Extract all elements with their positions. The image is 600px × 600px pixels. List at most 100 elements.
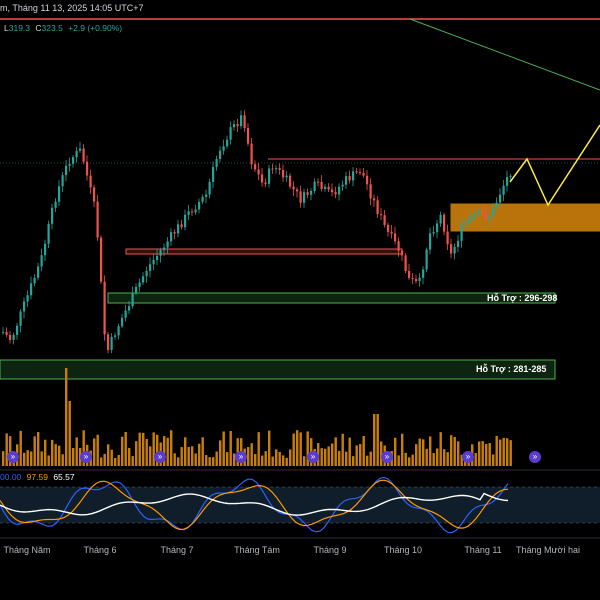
volume-bar: [509, 440, 512, 466]
volume-bar: [436, 448, 439, 466]
candle-body: [467, 219, 470, 224]
volume-bar: [142, 432, 145, 466]
chart-header: m, Tháng 11 13, 2025 14:05 UTC+7: [0, 3, 144, 13]
x-label-sep: Tháng 9: [313, 545, 347, 555]
candle-body: [16, 325, 19, 335]
candle-body: [72, 157, 75, 164]
candle-body: [481, 210, 484, 214]
candle-body: [334, 192, 337, 195]
volume-bar: [5, 433, 8, 466]
volume-bar: [135, 441, 138, 466]
candle-body: [198, 201, 201, 210]
candle-body: [268, 168, 271, 184]
candle-body: [110, 336, 113, 350]
candle-body: [58, 186, 61, 202]
event-marker-icon[interactable]: »: [462, 451, 474, 463]
change-value: +2.9 (+0.90%): [68, 23, 123, 33]
candle-body: [394, 233, 397, 242]
osc-value-3: 65.57: [53, 472, 75, 482]
x-label-may: Tháng Năm: [3, 545, 51, 555]
candle-body: [75, 150, 78, 158]
candle-body: [404, 255, 407, 272]
volume-bar: [425, 448, 428, 466]
event-marker-icon[interactable]: »: [235, 451, 247, 463]
supply-zone[interactable]: [450, 203, 600, 232]
event-marker-icon[interactable]: »: [381, 451, 393, 463]
volume-bar: [292, 433, 295, 466]
support-label-2: Hỗ Trợ : 281-285: [476, 364, 547, 374]
candle-body: [457, 240, 460, 247]
candle-body: [19, 311, 22, 326]
candle-body: [285, 175, 288, 178]
volume-bar: [404, 452, 407, 466]
candle-body: [460, 224, 463, 241]
candle-body: [121, 317, 124, 327]
volume-bar: [415, 444, 418, 466]
volume-bar: [481, 441, 484, 466]
event-marker-icon[interactable]: »: [307, 451, 319, 463]
candle-body: [495, 202, 498, 208]
candle-body: [54, 201, 57, 208]
volume-bar: [320, 448, 323, 466]
candle-body: [163, 247, 166, 251]
volume-bar: [208, 457, 211, 466]
volume-bar: [47, 455, 50, 466]
support-zone-2[interactable]: [0, 359, 556, 380]
candle-body: [261, 174, 264, 183]
volume-bar: [457, 441, 460, 466]
candle-body: [30, 283, 33, 296]
volume-bar: [411, 454, 414, 466]
projection-path[interactable]: [509, 124, 600, 207]
event-marker-icon[interactable]: »: [154, 451, 166, 463]
candle-body: [184, 214, 187, 228]
volume-bar: [149, 446, 152, 466]
volume-bar: [362, 435, 365, 466]
candle-body: [135, 286, 138, 293]
volume-bar: [138, 432, 141, 466]
volume-bar: [299, 432, 302, 466]
candle-body: [282, 169, 285, 178]
volume-bar: [338, 450, 341, 466]
volume-bar: [26, 450, 29, 466]
volume-bar: [352, 456, 355, 466]
candle-body: [331, 189, 334, 193]
volume-bar: [19, 430, 22, 466]
candle-body: [366, 175, 369, 185]
candle-body: [345, 176, 348, 185]
volume-bar: [369, 451, 372, 466]
candle-body: [180, 224, 183, 228]
candle-body: [306, 192, 309, 195]
candle-body: [138, 282, 141, 287]
volume-bar: [443, 449, 446, 466]
candle-body: [208, 181, 211, 195]
candle-body: [397, 241, 400, 251]
x-label-jul: Tháng 7: [160, 545, 194, 555]
candle-body: [142, 276, 145, 283]
volume-bar: [191, 446, 194, 466]
candle-body: [2, 331, 5, 333]
volume-bar: [303, 456, 306, 466]
candle-body: [250, 143, 253, 165]
candle-body: [446, 231, 449, 245]
volume-bar: [229, 430, 232, 466]
event-marker-icon[interactable]: »: [7, 451, 19, 463]
volume-bar: [439, 432, 442, 466]
candle-body: [166, 241, 169, 248]
candle-body: [156, 255, 159, 260]
volume-bar: [373, 414, 376, 466]
volume-bar: [128, 447, 131, 466]
candle-body: [145, 270, 148, 277]
candle-body: [79, 148, 82, 151]
candle-body: [443, 214, 446, 232]
volume-bars-group: [2, 368, 512, 466]
candle-body: [82, 148, 85, 162]
event-marker-icon[interactable]: »: [80, 451, 92, 463]
candle-body: [474, 213, 477, 215]
volume-bar: [166, 437, 169, 466]
volume-bar: [201, 437, 204, 466]
volume-bar: [275, 449, 278, 466]
candle-body: [485, 213, 488, 219]
trend-line[interactable]: [409, 18, 600, 91]
volume-bar: [495, 435, 498, 466]
event-marker-icon[interactable]: »: [529, 451, 541, 463]
